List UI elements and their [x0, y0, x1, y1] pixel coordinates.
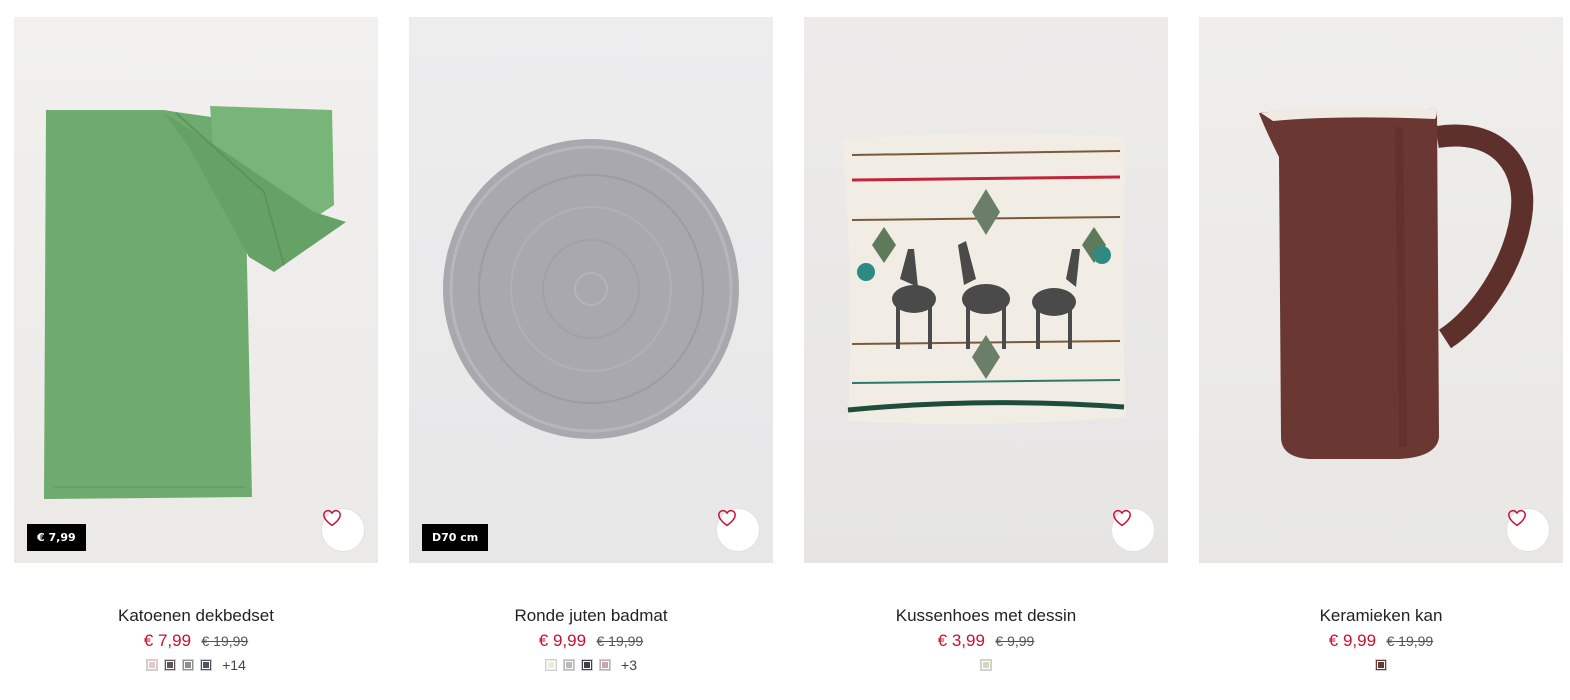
product-card: Keramieken kan € 9,99 € 19,99 [1199, 17, 1563, 673]
color-swatches: +3 [409, 657, 773, 673]
product-info: Keramieken kan € 9,99 € 19,99 [1199, 563, 1563, 673]
color-swatch[interactable] [182, 659, 195, 671]
color-swatch[interactable] [164, 659, 177, 671]
price-row: € 9,99 € 19,99 [409, 631, 773, 652]
product-card: Kussenhoes met dessin € 3,99 € 9,99 [804, 17, 1168, 673]
sale-price: € 3,99 [937, 631, 985, 650]
product-title[interactable]: Katoenen dekbedset [14, 606, 378, 626]
ceramic-jug-illustration [1259, 106, 1534, 460]
product-card: D70 cm Ronde juten badmat € 9,99 € 19,99… [409, 17, 773, 673]
original-price: € 19,99 [1386, 633, 1434, 649]
heart-outline-icon [1508, 509, 1526, 527]
favorite-button[interactable] [1111, 508, 1155, 552]
sale-price: € 9,99 [538, 631, 587, 650]
favorite-button[interactable] [321, 508, 365, 552]
product-title[interactable]: Keramieken kan [1199, 606, 1563, 626]
sale-price: € 9,99 [1328, 631, 1377, 650]
color-swatch[interactable] [545, 659, 558, 671]
round-bath-mat-illustration [443, 139, 739, 439]
product-info: Kussenhoes met dessin € 3,99 € 9,99 [804, 563, 1168, 673]
product-title[interactable]: Ronde juten badmat [409, 606, 773, 626]
size-badge: D70 cm [422, 524, 489, 551]
product-title[interactable]: Kussenhoes met dessin [804, 606, 1168, 626]
color-swatch[interactable] [146, 659, 159, 671]
color-swatch[interactable] [1375, 659, 1387, 671]
color-swatch[interactable] [980, 659, 992, 671]
product-image[interactable] [804, 17, 1168, 563]
original-price: € 9,99 [995, 633, 1035, 649]
original-price: € 19,99 [201, 633, 249, 649]
original-price: € 19,99 [596, 633, 644, 649]
favorite-button[interactable] [1506, 508, 1550, 552]
heart-outline-icon [323, 509, 341, 527]
color-swatch[interactable] [581, 659, 594, 671]
sale-price: € 7,99 [143, 631, 192, 650]
duvet-set-illustration [44, 106, 346, 499]
product-image[interactable]: D70 cm [409, 17, 773, 563]
heart-outline-icon [1113, 509, 1131, 527]
favorite-button[interactable] [716, 508, 760, 552]
product-grid: € 7,99 Katoenen dekbedset € 7,99 € 19,99… [0, 0, 1570, 700]
more-colors[interactable]: +3 [621, 657, 637, 673]
color-swatch[interactable] [599, 659, 612, 671]
product-image[interactable] [1199, 17, 1563, 563]
price-row: € 3,99 € 9,99 [804, 631, 1168, 652]
color-swatches [804, 657, 1168, 673]
color-swatches [1199, 657, 1563, 673]
price-row: € 7,99 € 19,99 [14, 631, 378, 652]
product-info: Ronde juten badmat € 9,99 € 19,99 +3 [409, 563, 773, 673]
product-info: Katoenen dekbedset € 7,99 € 19,99 +14 [14, 563, 378, 673]
heart-outline-icon [718, 509, 736, 527]
color-swatches: +14 [14, 657, 378, 673]
product-image[interactable]: € 7,99 [14, 17, 378, 563]
product-card: € 7,99 Katoenen dekbedset € 7,99 € 19,99… [14, 17, 378, 673]
price-badge: € 7,99 [27, 524, 86, 551]
cushion-cover-illustration [842, 133, 1126, 425]
price-row: € 9,99 € 19,99 [1199, 631, 1563, 652]
color-swatch[interactable] [200, 659, 213, 671]
more-colors[interactable]: +14 [222, 657, 246, 673]
color-swatch[interactable] [563, 659, 576, 671]
